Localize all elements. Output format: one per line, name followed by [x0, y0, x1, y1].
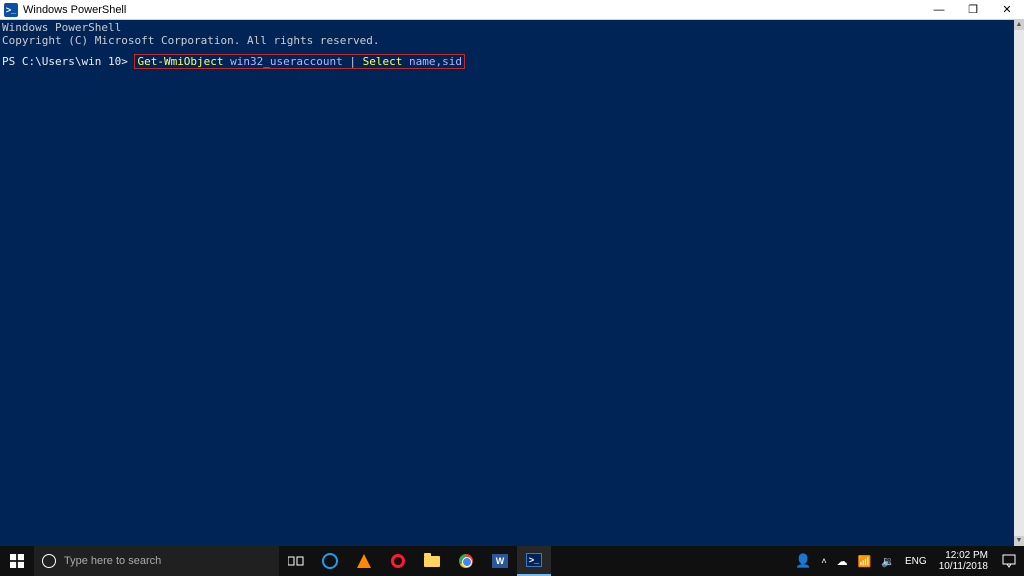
- minimize-button[interactable]: —: [922, 0, 956, 20]
- opera-icon: [391, 554, 405, 568]
- banner-line-1: Windows PowerShell: [2, 21, 121, 34]
- clock[interactable]: 12:02 PM 10/11/2018: [933, 546, 994, 576]
- cmdlet-token: Get-WmiObject: [137, 55, 223, 68]
- system-tray: 👤 ˄ ☁ 📶 🔉 ENG: [789, 546, 933, 576]
- wifi-icon[interactable]: 📶: [858, 555, 872, 568]
- clock-time: 12:02 PM: [945, 550, 988, 561]
- powershell-window: >_ Windows PowerShell — ❐ ✕ Windows Powe…: [0, 0, 1024, 546]
- vertical-scrollbar[interactable]: ▲ ▼: [1014, 20, 1024, 546]
- start-icon: [10, 554, 24, 568]
- pinned-apps: W >_: [313, 546, 551, 576]
- maximize-button[interactable]: ❐: [956, 0, 990, 20]
- search-placeholder: Type here to search: [64, 555, 161, 567]
- vlc-icon: [357, 554, 371, 568]
- action-center-icon: [1002, 554, 1016, 568]
- command-highlight-box: Get-WmiObject win32_useraccount | Select…: [134, 54, 465, 69]
- taskbar-spacer: [551, 546, 789, 576]
- prompt-text: PS C:\Users\win 10>: [2, 55, 134, 68]
- search-input[interactable]: Type here to search: [34, 546, 279, 576]
- clock-date: 10/11/2018: [939, 561, 988, 572]
- prompt-line: PS C:\Users\win 10> Get-WmiObject win32_…: [2, 54, 1022, 69]
- file-explorer-icon: [424, 556, 440, 567]
- window-title: Windows PowerShell: [23, 4, 126, 16]
- taskview-icon: [288, 555, 304, 567]
- banner-line-2: Copyright (C) Microsoft Corporation. All…: [2, 34, 380, 47]
- cortana-circle-icon: [42, 554, 56, 568]
- console-output[interactable]: Windows PowerShell Copyright (C) Microso…: [0, 20, 1024, 546]
- fields-token: name,sid: [402, 55, 462, 68]
- argument-token: win32_useraccount: [230, 55, 343, 68]
- taskbar: Type here to search W >_ 👤 ˄ ☁ 📶 🔉 ENG 1…: [0, 546, 1024, 576]
- start-button[interactable]: [0, 546, 34, 576]
- volume-icon[interactable]: 🔉: [881, 555, 895, 568]
- select-token: Select: [363, 55, 403, 68]
- vlc-button[interactable]: [347, 546, 381, 576]
- people-button[interactable]: 👤: [795, 553, 811, 569]
- scrollbar-up-arrow-icon[interactable]: ▲: [1014, 20, 1024, 30]
- word-button[interactable]: W: [483, 546, 517, 576]
- tray-chevron-up-icon[interactable]: ˄: [821, 556, 826, 566]
- powershell-taskbar-button[interactable]: >_: [517, 546, 551, 576]
- file-explorer-button[interactable]: [415, 546, 449, 576]
- taskview-button[interactable]: [279, 546, 313, 576]
- onedrive-sync-icon[interactable]: ☁: [837, 555, 848, 568]
- scrollbar-down-arrow-icon[interactable]: ▼: [1014, 536, 1024, 546]
- action-center-button[interactable]: [994, 546, 1024, 576]
- powershell-icon: >_: [526, 553, 542, 567]
- pipe-token: |: [343, 55, 363, 68]
- opera-button[interactable]: [381, 546, 415, 576]
- edge-icon: [322, 553, 338, 569]
- word-icon: W: [492, 554, 508, 568]
- language-indicator[interactable]: ENG: [905, 556, 927, 567]
- powershell-app-icon: >_: [4, 3, 18, 17]
- chrome-button[interactable]: [449, 546, 483, 576]
- titlebar[interactable]: >_ Windows PowerShell — ❐ ✕: [0, 0, 1024, 20]
- close-button[interactable]: ✕: [990, 0, 1024, 20]
- chrome-icon: [459, 554, 473, 568]
- edge-button[interactable]: [313, 546, 347, 576]
